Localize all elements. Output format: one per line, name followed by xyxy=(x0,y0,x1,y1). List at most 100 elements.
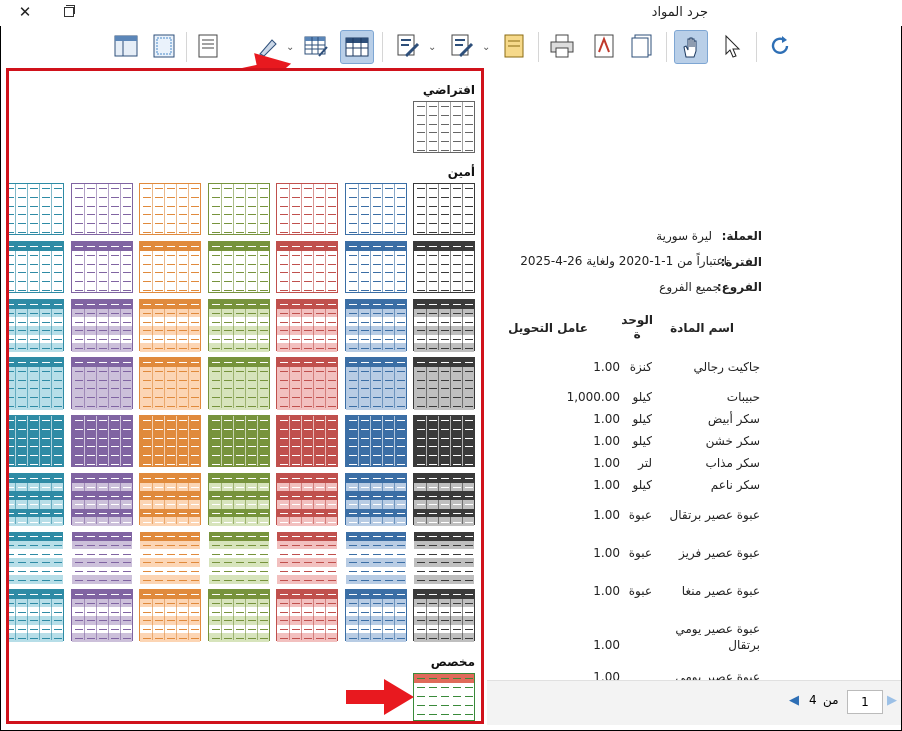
table-style-swatch[interactable] xyxy=(139,531,201,584)
table-style-swatch[interactable] xyxy=(70,241,133,293)
table-style-swatch[interactable] xyxy=(70,183,133,235)
table-style-swatch[interactable] xyxy=(207,531,270,584)
copy-icon[interactable] xyxy=(626,30,658,62)
table-style-swatch[interactable] xyxy=(207,299,270,352)
page-number-input[interactable]: 1 xyxy=(847,690,883,714)
chevron-down-icon[interactable]: ⌄ xyxy=(482,42,490,53)
window-title: جرد المواد xyxy=(651,5,708,20)
table-style-swatch[interactable] xyxy=(276,415,338,467)
table-style-swatch[interactable] xyxy=(413,241,475,293)
next-page-icon[interactable]: ▶ xyxy=(887,693,897,708)
row-item-unit: كنزة xyxy=(629,360,652,374)
hand-icon[interactable] xyxy=(674,30,708,64)
row-item-factor: 1,000.00 xyxy=(566,390,620,404)
table-style-swatch[interactable] xyxy=(70,589,133,642)
edit-page2-icon[interactable] xyxy=(446,30,478,62)
table-style-swatch[interactable] xyxy=(276,531,338,584)
table-style-swatch[interactable] xyxy=(344,415,407,467)
table-style-swatch[interactable] xyxy=(9,357,64,410)
prev-page-icon[interactable]: ◀ xyxy=(789,693,799,708)
table-style-swatch[interactable] xyxy=(344,357,407,410)
table-style-swatch[interactable] xyxy=(276,357,338,410)
section-label-custom: مخصص xyxy=(430,655,475,669)
table-style-swatch[interactable] xyxy=(344,241,407,293)
close-icon[interactable]: ✕ xyxy=(16,3,34,21)
table-style-swatch[interactable] xyxy=(344,473,407,526)
table-style-swatch[interactable] xyxy=(207,357,270,410)
arrow-annotation-icon xyxy=(346,679,414,715)
table-style-swatch[interactable] xyxy=(413,415,475,467)
table-style-swatch[interactable] xyxy=(139,415,201,467)
table-style-swatch[interactable] xyxy=(413,183,475,235)
table-style-swatch[interactable] xyxy=(70,357,133,410)
table-style-swatch[interactable] xyxy=(9,589,64,642)
table-style-swatch[interactable] xyxy=(139,241,201,293)
row-item-unit: عبوة xyxy=(628,546,652,560)
table-style-swatch[interactable] xyxy=(344,183,407,235)
table-style-swatch[interactable] xyxy=(276,473,338,526)
table-style-swatch[interactable] xyxy=(207,183,270,235)
refresh-icon[interactable] xyxy=(764,30,796,62)
table-style-swatch[interactable] xyxy=(9,473,64,526)
table-style-icon[interactable] xyxy=(300,30,332,62)
pointer-icon[interactable] xyxy=(716,30,748,62)
table-style-swatch[interactable] xyxy=(344,531,407,584)
row-item-name: سكر ناعم xyxy=(710,478,760,492)
page-total: 4 xyxy=(809,693,817,707)
table-style-swatch[interactable] xyxy=(9,183,64,235)
col-header-unit: الوحد ة xyxy=(621,313,653,341)
title-bar: ✕ جرد المواد xyxy=(0,0,902,26)
table-style-swatch[interactable] xyxy=(70,531,133,584)
currency-label: العملة: xyxy=(721,229,762,243)
status-bar: ◀ 4 من 1 ▶ xyxy=(487,680,901,725)
page-frame-icon[interactable] xyxy=(148,30,180,62)
table-style-swatch[interactable] xyxy=(413,299,475,352)
edit-page-icon[interactable] xyxy=(392,30,424,62)
currency-value: ليرة سورية xyxy=(656,229,712,243)
section-label-safe: أمين xyxy=(447,165,475,179)
print-icon[interactable] xyxy=(546,30,578,62)
table-style-swatch[interactable] xyxy=(139,357,201,410)
table-style-swatch[interactable] xyxy=(139,183,201,235)
row-item-name: عبوة عصير منغا xyxy=(681,584,760,598)
row-item-unit: عبوة xyxy=(628,508,652,522)
table-style-swatch[interactable] xyxy=(207,473,270,526)
row-item-factor: 1.00 xyxy=(593,546,620,560)
table-style-default[interactable] xyxy=(413,101,475,153)
restore-icon[interactable] xyxy=(60,3,78,21)
layout-icon[interactable] xyxy=(110,30,142,62)
table-style-swatch[interactable] xyxy=(207,589,270,642)
table-style-swatch[interactable] xyxy=(70,473,133,526)
table-style-swatch[interactable] xyxy=(207,415,270,467)
table-style-swatch[interactable] xyxy=(207,241,270,293)
table-style-swatch[interactable] xyxy=(9,415,64,467)
table-style-swatch[interactable] xyxy=(276,589,338,642)
table-style-swatch[interactable] xyxy=(9,241,64,293)
table-style-swatch[interactable] xyxy=(413,357,475,410)
period-value: اعتباراً من 1-1-2020 ولغاية 26-4-2025 xyxy=(520,254,727,268)
section-label-default: افتراضي xyxy=(422,83,475,97)
table-style-swatch[interactable] xyxy=(413,531,475,584)
grid-icon[interactable] xyxy=(340,30,374,64)
table-style-swatch[interactable] xyxy=(413,473,475,526)
table-style-swatch[interactable] xyxy=(413,589,475,642)
pdf-icon[interactable] xyxy=(588,30,620,62)
table-style-swatch[interactable] xyxy=(344,299,407,352)
table-style-swatch[interactable] xyxy=(139,473,201,526)
table-style-swatch[interactable] xyxy=(276,183,338,235)
table-style-swatch[interactable] xyxy=(139,589,201,642)
table-style-swatch[interactable] xyxy=(276,241,338,293)
chevron-down-icon[interactable]: ⌄ xyxy=(428,42,436,53)
table-style-swatch[interactable] xyxy=(276,299,338,352)
table-style-swatch[interactable] xyxy=(139,299,201,352)
table-style-swatch[interactable] xyxy=(344,589,407,642)
table-style-swatch[interactable] xyxy=(70,415,133,467)
table-style-swatch[interactable] xyxy=(70,299,133,352)
document-icon[interactable] xyxy=(498,30,530,62)
row-item-name: جاكيت رجالي xyxy=(693,360,760,374)
table-style-swatch[interactable] xyxy=(9,299,64,352)
row-item-factor: 1.00 xyxy=(593,478,620,492)
table-style-custom[interactable] xyxy=(413,673,475,721)
toolbar: ⌄ ⌄ ⌄ xyxy=(0,26,902,70)
table-style-swatch[interactable] xyxy=(9,531,64,584)
